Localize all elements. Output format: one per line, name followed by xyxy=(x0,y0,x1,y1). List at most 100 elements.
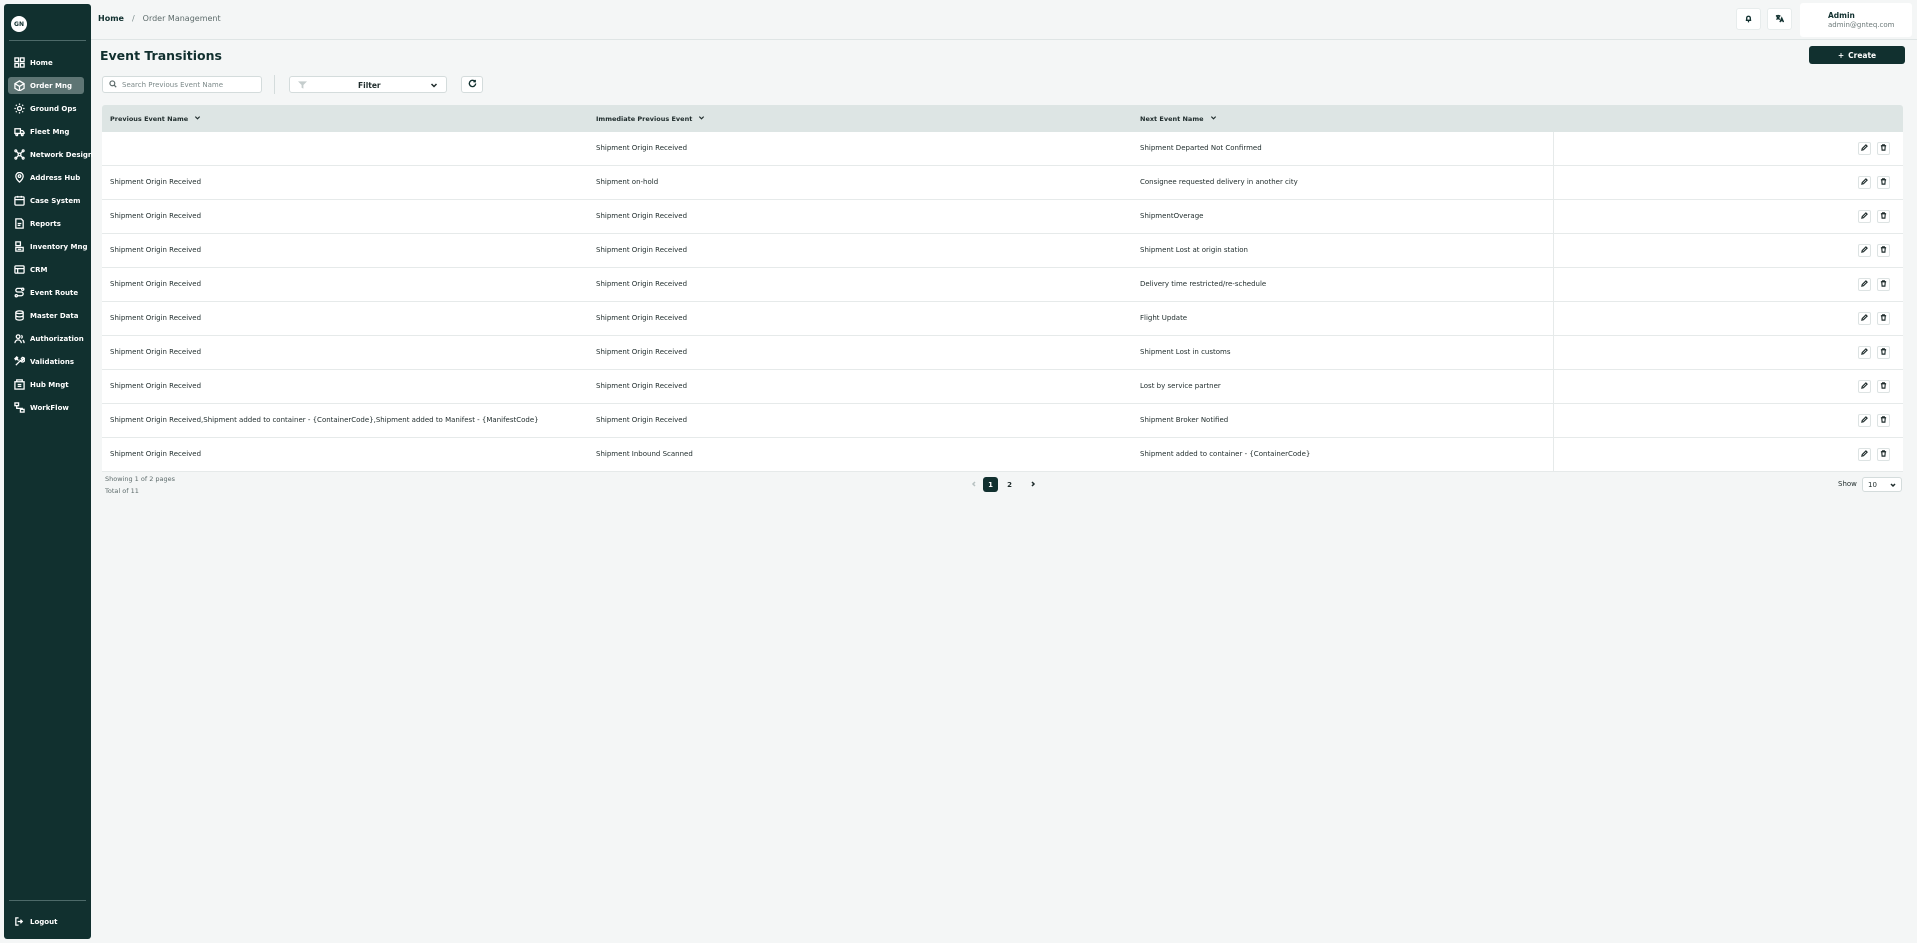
pencil-icon xyxy=(1861,382,1868,391)
delete-button[interactable] xyxy=(1877,414,1890,427)
table-row: Shipment Origin Received Shipment Origin … xyxy=(102,336,1903,370)
trash-icon xyxy=(1880,382,1887,391)
sidebar-item-network-design[interactable]: Network Design xyxy=(8,146,93,163)
cell-next-event: ShipmentOverage xyxy=(1140,212,1204,220)
create-button[interactable]: + Create xyxy=(1809,46,1905,64)
truck-icon xyxy=(14,126,25,137)
filter-icon xyxy=(298,81,307,89)
sidebar-item-inventory-mng[interactable]: Inventory Mng xyxy=(8,238,87,255)
page-2-button[interactable]: 2 xyxy=(1002,477,1017,492)
crm-icon xyxy=(14,264,25,275)
sidebar-item-ground-ops[interactable]: Ground Ops xyxy=(8,100,84,117)
sidebar-item-crm[interactable]: CRM xyxy=(8,261,84,278)
filter-dropdown[interactable]: Filter xyxy=(289,76,447,93)
table-row: Shipment Origin Received Shipment Origin … xyxy=(102,268,1903,302)
language-button[interactable] xyxy=(1767,8,1792,30)
location-icon xyxy=(14,172,25,183)
edit-button[interactable] xyxy=(1858,312,1871,325)
cell-immediate-previous-event: Shipment Origin Received xyxy=(596,246,688,254)
cell-immediate-previous-event: Shipment Origin Received xyxy=(596,212,688,220)
column-header-previous-event[interactable]: Previous Event Name xyxy=(110,114,201,123)
edit-button[interactable] xyxy=(1858,414,1871,427)
report-icon xyxy=(14,218,25,229)
sidebar-item-label: Order Mng xyxy=(30,81,73,90)
trash-icon xyxy=(1880,348,1887,357)
delete-button[interactable] xyxy=(1877,380,1890,393)
edit-button[interactable] xyxy=(1858,346,1871,359)
page-size-label: Show xyxy=(1838,480,1857,488)
workflow-icon xyxy=(14,402,25,413)
sidebar-item-reports[interactable]: Reports xyxy=(8,215,84,232)
table-row: Shipment Origin Received Shipment Origin … xyxy=(102,302,1903,336)
edit-button[interactable] xyxy=(1858,278,1871,291)
route-icon xyxy=(14,287,25,298)
sidebar-item-label: Home xyxy=(30,58,53,67)
edit-button[interactable] xyxy=(1858,142,1871,155)
sidebar-item-order-mng[interactable]: Order Mng xyxy=(8,77,84,94)
delete-button[interactable] xyxy=(1877,278,1890,291)
users-icon xyxy=(14,333,25,344)
table-row: Shipment Origin Received Shipment on-hold… xyxy=(102,166,1903,200)
sidebar-item-address-hub[interactable]: Address Hub xyxy=(8,169,84,186)
cell-previous-event: Shipment Origin Received xyxy=(110,348,202,356)
user-name: Admin xyxy=(1828,11,1855,20)
delete-button[interactable] xyxy=(1877,312,1890,325)
edit-button[interactable] xyxy=(1858,210,1871,223)
sidebar-item-workflow[interactable]: WorkFlow xyxy=(8,399,84,416)
breadcrumb-separator: / xyxy=(131,14,135,23)
pagination-summary: Showing 1 of 2 pages xyxy=(105,475,176,483)
search-input[interactable] xyxy=(122,80,257,89)
delete-button[interactable] xyxy=(1877,448,1890,461)
edit-button[interactable] xyxy=(1858,380,1871,393)
sidebar-item-case-system[interactable]: Case System xyxy=(8,192,84,209)
breadcrumb-home-link[interactable]: Home xyxy=(98,14,124,23)
trash-icon xyxy=(1880,280,1887,289)
delete-button[interactable] xyxy=(1877,142,1890,155)
sidebar-item-home[interactable]: Home xyxy=(8,54,84,71)
sidebar-item-label: Network Design xyxy=(30,150,93,159)
sidebar-divider xyxy=(9,900,86,901)
delete-button[interactable] xyxy=(1877,244,1890,257)
sidebar-item-hub-mngt[interactable]: Hub Mngt xyxy=(8,376,84,393)
sidebar-item-fleet-mng[interactable]: Fleet Mng xyxy=(8,123,84,140)
network-icon xyxy=(14,149,25,160)
cell-next-event: Shipment added to container - {Container… xyxy=(1140,450,1311,458)
column-divider xyxy=(1553,234,1554,267)
table-row: Shipment Origin Received,Shipment added … xyxy=(102,404,1903,438)
user-menu[interactable]: Admin admin@gnteq.com xyxy=(1800,3,1912,37)
column-header-immediate-previous-event[interactable]: Immediate Previous Event xyxy=(596,114,705,123)
sidebar-item-master-data[interactable]: Master Data xyxy=(8,307,84,324)
table-row: Shipment Origin Received Shipment Origin … xyxy=(102,200,1903,234)
sidebar-item-event-route[interactable]: Event Route xyxy=(8,284,84,301)
delete-button[interactable] xyxy=(1877,210,1890,223)
page-size-select[interactable]: 10 xyxy=(1862,477,1902,492)
page-1-button[interactable]: 1 xyxy=(983,477,998,492)
cell-previous-event: Shipment Origin Received xyxy=(110,450,202,458)
notifications-button[interactable] xyxy=(1736,8,1761,30)
database-icon xyxy=(14,310,25,321)
edit-button[interactable] xyxy=(1858,448,1871,461)
app-logo[interactable]: GN xyxy=(11,16,27,32)
column-divider xyxy=(1553,438,1554,471)
delete-button[interactable] xyxy=(1877,176,1890,189)
sidebar-item-label: Hub Mngt xyxy=(30,380,69,389)
column-header-next-event[interactable]: Next Event Name xyxy=(1140,114,1217,123)
sidebar-item-validations[interactable]: Validations xyxy=(8,353,84,370)
pencil-icon xyxy=(1861,314,1868,323)
column-label: Next Event Name xyxy=(1140,114,1204,123)
cell-previous-event: Shipment Origin Received xyxy=(110,246,202,254)
delete-button[interactable] xyxy=(1877,346,1890,359)
refresh-button[interactable] xyxy=(461,76,483,93)
logout-button[interactable]: Logout xyxy=(8,913,84,930)
cell-immediate-previous-event: Shipment Origin Received xyxy=(596,382,688,390)
column-divider xyxy=(1553,132,1554,165)
sidebar-divider xyxy=(9,40,86,41)
prev-page-button[interactable] xyxy=(966,477,981,492)
edit-button[interactable] xyxy=(1858,244,1871,257)
trash-icon xyxy=(1880,144,1887,153)
next-page-button[interactable] xyxy=(1025,477,1040,492)
sidebar-item-authorization[interactable]: Authorization xyxy=(8,330,84,347)
cell-previous-event: Shipment Origin Received xyxy=(110,178,202,186)
edit-button[interactable] xyxy=(1858,176,1871,189)
pencil-icon xyxy=(1861,178,1868,187)
